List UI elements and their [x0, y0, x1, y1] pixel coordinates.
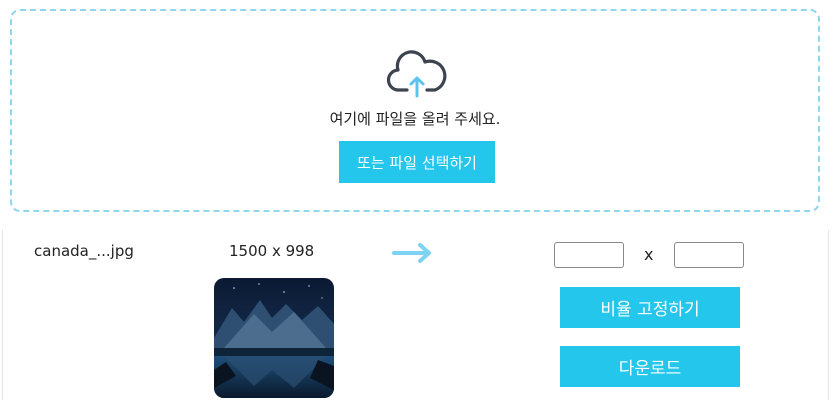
arrow-right-icon	[392, 243, 431, 263]
dimension-separator: x	[644, 245, 654, 264]
width-input[interactable]	[554, 242, 624, 268]
original-dimensions: 1500 x 998	[229, 242, 315, 260]
lock-ratio-button[interactable]: 비율 고정하기	[560, 287, 740, 328]
download-button[interactable]: 다운로드	[560, 346, 740, 387]
panel-left-border	[2, 230, 3, 400]
cloud-upload-icon	[387, 50, 447, 98]
panel-right-border	[828, 230, 829, 400]
select-file-button[interactable]: 또는 파일 선택하기	[339, 141, 495, 183]
height-input[interactable]	[674, 242, 744, 268]
upload-dropzone[interactable]: 여기에 파일을 올려 주세요. 또는 파일 선택하기	[10, 9, 820, 212]
image-thumbnail	[214, 278, 334, 398]
drop-instructions: 여기에 파일을 올려 주세요.	[329, 110, 501, 128]
file-name: canada_...jpg	[34, 242, 134, 260]
mountain-lake-image	[214, 278, 334, 398]
